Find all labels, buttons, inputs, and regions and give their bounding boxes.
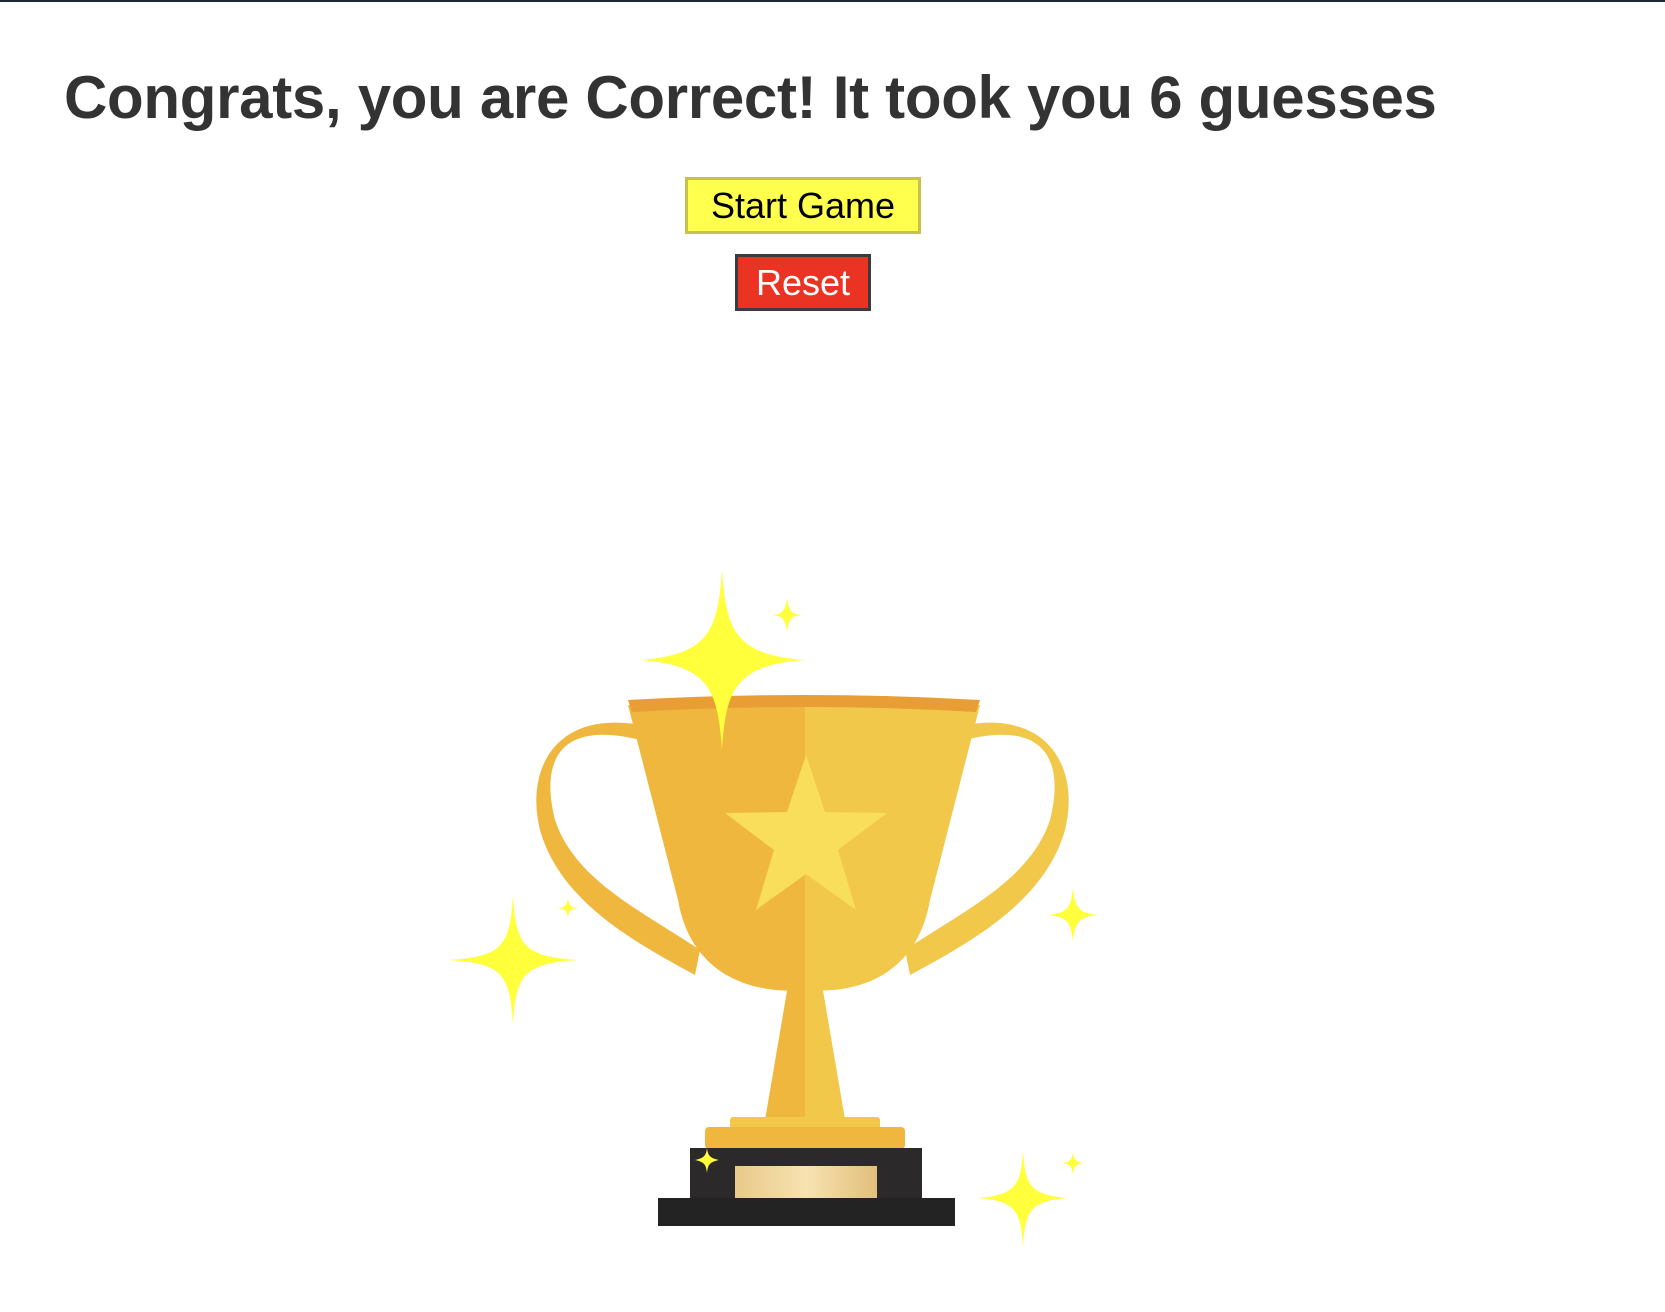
trophy-left-handle	[536, 722, 700, 975]
trophy-name-plate	[735, 1166, 877, 1198]
trophy-base-upper	[690, 1148, 922, 1200]
sparkle-icon	[772, 598, 802, 632]
game-page: Congrats, you are Correct! It took you 6…	[0, 0, 1665, 1312]
result-message: Congrats, you are Correct! It took you 6…	[64, 64, 1437, 131]
sparkle-group	[448, 570, 1098, 1248]
sparkle-icon	[640, 570, 805, 750]
sparkle-icon	[1048, 888, 1098, 942]
trophy-stem	[765, 985, 845, 1120]
reset-button[interactable]: Reset	[735, 254, 871, 311]
start-game-button[interactable]: Start Game	[685, 177, 921, 234]
top-divider	[0, 0, 1665, 2]
trophy-right-handle	[905, 722, 1069, 975]
sparkle-icon	[1062, 1152, 1084, 1175]
sparkle-icon	[558, 898, 578, 918]
trophy-collar	[705, 1127, 905, 1149]
trophy-cup-right	[805, 705, 980, 991]
sparkle-icon	[448, 895, 580, 1025]
trophy-star-icon	[725, 755, 887, 910]
trophy-base-lower	[658, 1198, 955, 1226]
trophy-neck-ring	[730, 1117, 880, 1129]
sparkle-icon	[695, 1148, 719, 1173]
trophy-cup-left	[628, 705, 805, 991]
sparkle-icon	[978, 1150, 1068, 1248]
trophy-rim	[628, 695, 980, 712]
